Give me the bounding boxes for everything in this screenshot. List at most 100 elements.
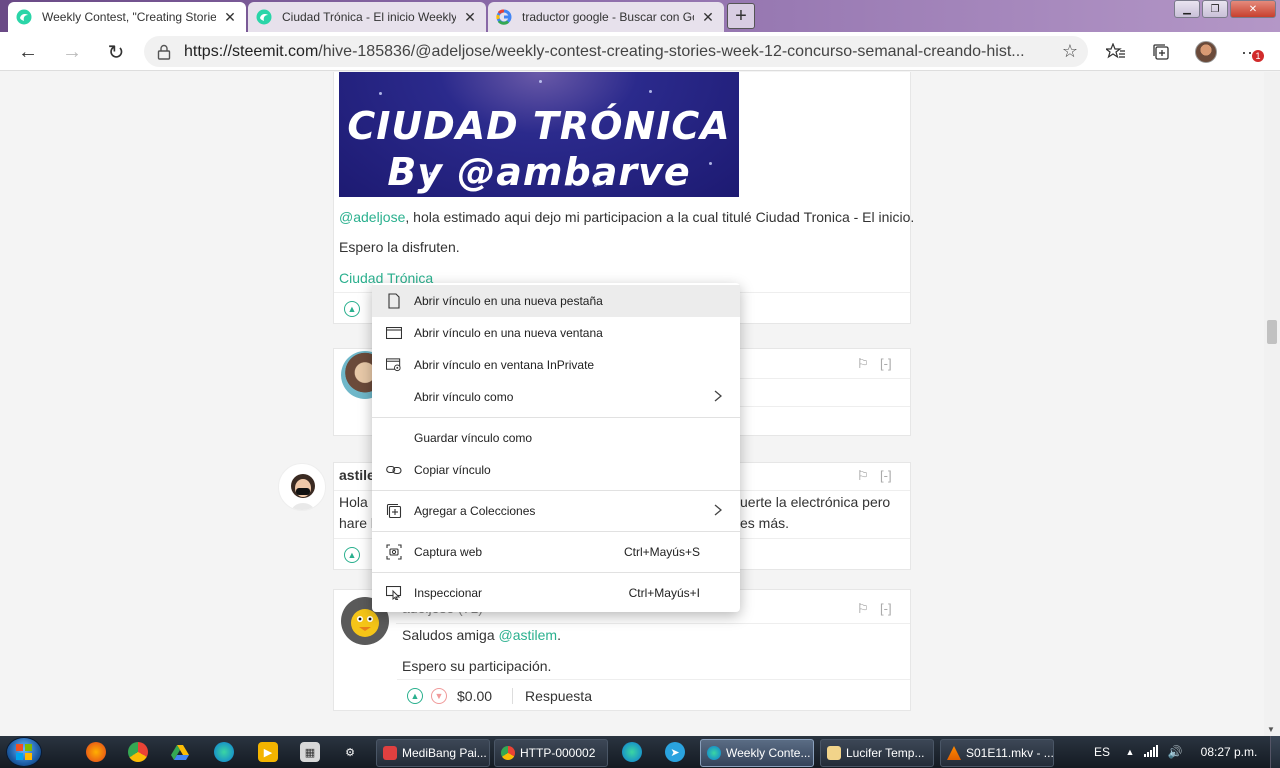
reply-text-2: Espero su participación.	[402, 658, 552, 674]
notification-badge: 1	[1252, 50, 1264, 62]
task-label: HTTP-000002	[520, 746, 596, 760]
network-signal-icon[interactable]	[1140, 744, 1162, 760]
close-tab-icon[interactable]: ✕	[462, 9, 478, 26]
menu-separator	[372, 572, 740, 573]
taskbar-medibang[interactable]: MediBang Pai...	[376, 739, 490, 767]
menu-copy-link[interactable]: Copiar vínculo	[372, 454, 740, 486]
menu-open-inprivate[interactable]: Abrir vínculo en ventana InPrivate	[372, 349, 740, 381]
tab-strip: Weekly Contest, "Creating Storie ✕ Ciuda…	[0, 0, 1280, 32]
menu-web-capture[interactable]: Captura web Ctrl+Mayús+S	[372, 536, 740, 568]
new-window-icon	[386, 325, 402, 341]
tab-traductor-google[interactable]: traductor google - Buscar con Go ✕	[488, 2, 724, 32]
refresh-icon[interactable]: ↻	[104, 40, 128, 64]
task-label: Lucifer Temp...	[846, 746, 925, 760]
back-icon[interactable]: ←	[16, 40, 40, 64]
collapse-toggle[interactable]: [-]	[880, 601, 892, 616]
context-menu: Abrir vínculo en una nueva pestaña Abrir…	[372, 283, 740, 612]
collections-icon[interactable]	[1149, 40, 1173, 64]
collapse-toggle[interactable]: [-]	[880, 356, 892, 371]
scroll-down-icon[interactable]: ▼	[1267, 725, 1275, 734]
downvote-icon[interactable]: ▼	[431, 687, 447, 704]
chrome-icon	[501, 746, 515, 760]
mention-link[interactable]: @adeljose	[339, 209, 405, 225]
firefox-icon[interactable]	[86, 742, 106, 762]
more-menu-icon[interactable]: ··· 1	[1238, 40, 1264, 64]
favorites-icon[interactable]	[1104, 40, 1128, 64]
collapse-toggle[interactable]: [-]	[880, 468, 892, 483]
link-icon	[386, 462, 402, 478]
task-label: Weekly Conte...	[726, 746, 811, 760]
tab-ciudad-tronica[interactable]: Ciudad Trónica - El inicio Weekly ✕	[248, 2, 486, 32]
taskbar-http[interactable]: HTTP-000002	[494, 739, 608, 767]
reply-vote-bar: ▲ ▼ $0.00 Respuesta	[397, 679, 910, 711]
forward-icon[interactable]: →	[60, 40, 84, 64]
taskbar-weekly-contest[interactable]: Weekly Conte...	[700, 739, 814, 767]
menu-add-to-collections[interactable]: Agregar a Colecciones	[372, 495, 740, 527]
chrome-icon[interactable]	[128, 742, 148, 762]
comment-avatar-astilem[interactable]	[278, 463, 326, 511]
telegram-icon[interactable]: ➤	[665, 742, 685, 762]
taskbar-vlc[interactable]: S01E11.mkv - ...	[940, 739, 1054, 767]
flag-icon[interactable]: ⚐	[857, 356, 869, 372]
close-tab-icon[interactable]: ✕	[700, 9, 716, 26]
menu-separator	[372, 417, 740, 418]
post-paragraph-2: Espero la disfruten.	[339, 239, 460, 255]
upvote-icon[interactable]: ▲	[344, 546, 360, 563]
upvote-icon[interactable]: ▲	[407, 687, 423, 704]
flag-icon[interactable]: ⚐	[857, 601, 869, 617]
payout-value[interactable]: $0.00	[457, 688, 492, 704]
menu-label: Abrir vínculo en una nueva ventana	[414, 326, 603, 340]
menu-separator	[372, 490, 740, 491]
address-bar[interactable]: https://steemit.com/hive-185836/@adeljos…	[144, 36, 1088, 67]
lock-icon[interactable]	[144, 44, 184, 60]
menu-open-as[interactable]: Abrir vínculo como	[372, 381, 740, 413]
inspect-icon	[386, 585, 402, 601]
profile-avatar[interactable]	[1194, 40, 1218, 64]
flag-icon[interactable]: ⚐	[857, 468, 869, 484]
new-tab-icon	[386, 293, 402, 309]
comment-text: hare l	[339, 515, 375, 531]
menu-inspect[interactable]: Inspeccionar Ctrl+Mayús+I	[372, 577, 740, 609]
new-tab-button[interactable]: +	[727, 3, 755, 29]
menu-label: Guardar vínculo como	[414, 431, 533, 445]
menu-shortcut: Ctrl+Mayús+I	[628, 586, 700, 600]
medibang-icon	[383, 746, 397, 760]
settings-app-icon[interactable]: ⚙	[340, 742, 360, 762]
show-desktop-button[interactable]	[1270, 736, 1280, 768]
close-tab-icon[interactable]: ✕	[222, 9, 238, 26]
minimize-button[interactable]: ▁	[1174, 0, 1200, 18]
post-text: , hola estimado aqui dejo mi participaci…	[405, 209, 915, 225]
vertical-scrollbar[interactable]: ▼	[1264, 72, 1280, 736]
maximize-button[interactable]: ❐	[1202, 0, 1228, 18]
show-hidden-icons-icon[interactable]: ▲	[1120, 747, 1140, 757]
scrollbar-thumb[interactable]	[1267, 320, 1277, 344]
start-button[interactable]	[6, 737, 42, 767]
taskbar-lucifer[interactable]: Lucifer Temp...	[820, 739, 934, 767]
media-player-icon[interactable]: ▶	[258, 742, 278, 762]
language-indicator[interactable]: ES	[1084, 745, 1120, 759]
tab-weekly-contest[interactable]: Weekly Contest, "Creating Storie ✕	[8, 2, 246, 32]
reply-button[interactable]: Respuesta	[512, 687, 592, 704]
menu-label: Abrir vínculo como	[414, 390, 514, 404]
calculator-icon[interactable]: ▦	[300, 742, 320, 762]
tab-title: Weekly Contest, "Creating Storie	[42, 10, 216, 24]
upvote-icon[interactable]: ▲	[344, 300, 360, 317]
edge-icon[interactable]	[214, 742, 234, 762]
comment-author[interactable]: astile	[339, 467, 375, 483]
system-tray: ES ▲ 🔊 08:27 p.m.	[1084, 736, 1280, 768]
url-text[interactable]: https://steemit.com/hive-185836/@adeljos…	[184, 43, 1052, 61]
menu-open-new-window[interactable]: Abrir vínculo en una nueva ventana	[372, 317, 740, 349]
volume-icon[interactable]: 🔊	[1162, 745, 1188, 759]
windows-taskbar: ▶ ▦ ⚙ MediBang Pai... HTTP-000002 ➤ Week…	[0, 736, 1280, 768]
google-drive-icon[interactable]	[170, 742, 190, 762]
favorite-star-icon[interactable]: ☆	[1052, 41, 1088, 62]
clock[interactable]: 08:27 p.m.	[1188, 745, 1270, 759]
menu-save-link-as[interactable]: Guardar vínculo como	[372, 422, 740, 454]
comment-text: Hola	[339, 494, 368, 510]
edge-icon[interactable]	[622, 742, 642, 762]
close-window-button[interactable]: ✕	[1230, 0, 1276, 18]
post-banner-image: CIUDAD TRÓNICA By @ambarve	[339, 72, 739, 197]
menu-open-new-tab[interactable]: Abrir vínculo en una nueva pestaña	[372, 285, 740, 317]
steemit-icon	[16, 9, 32, 25]
mention-link[interactable]: @astilem	[499, 627, 558, 643]
